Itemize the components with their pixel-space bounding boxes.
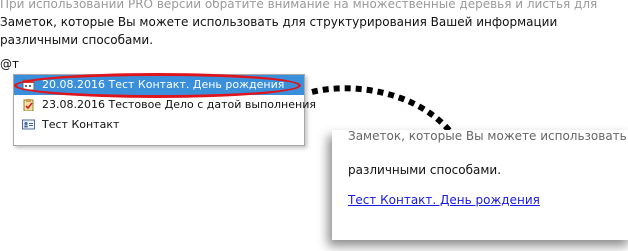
zoomed-result-panel: Заметок, которые Вы можете использовать … xyxy=(332,130,628,240)
zoom-text-line: различными способами. xyxy=(348,163,502,177)
zoom-text-line: Заметок, которые Вы можете использовать … xyxy=(348,130,628,143)
inserted-mention-link[interactable]: Тест Контакт. День рождения xyxy=(348,193,540,207)
